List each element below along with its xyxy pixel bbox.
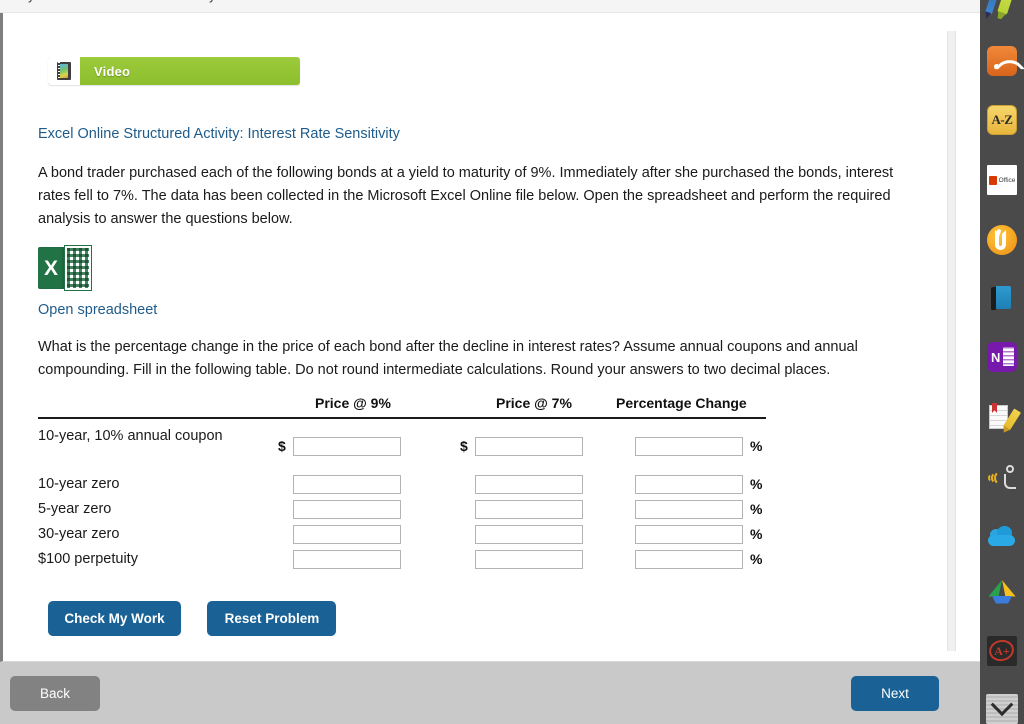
excel-icon[interactable]: X [38, 245, 94, 291]
grade-label: A+ [987, 636, 1017, 666]
a-z-dictionary-icon[interactable]: A-Z [986, 104, 1018, 136]
table-header-rule [38, 417, 766, 419]
rss-feed-icon[interactable] [986, 45, 1018, 77]
open-spreadsheet-link[interactable]: Open spreadsheet [38, 302, 157, 318]
excel-icon-letter: X [43, 256, 58, 280]
question-paragraph: What is the percentage change in the pri… [38, 339, 858, 378]
table-row: $100 perpetuity % [38, 548, 766, 573]
row-label: 5-year zero [38, 501, 112, 517]
video-badge-label: Video [94, 63, 131, 79]
back-button[interactable]: Back [10, 676, 100, 711]
intro-paragraph: A bond trader purchased each of the foll… [38, 165, 894, 227]
check-my-work-button[interactable]: Check My Work [48, 601, 181, 636]
page-top-sliver: y y [0, 0, 980, 13]
next-button[interactable]: Next [851, 676, 939, 711]
answer-table: Price @ 9% Price @ 7% Percentage Change … [38, 395, 766, 573]
input-pct-row-1[interactable] [635, 437, 743, 456]
percent-sign-row-2: % [750, 476, 763, 492]
input-price-9-row-5[interactable] [293, 550, 401, 569]
onedrive-cloud-icon[interactable] [986, 521, 1018, 553]
reader-logo-icon[interactable] [986, 224, 1018, 256]
dollar-sign-price-9: $ [278, 438, 286, 454]
dollar-sign-price-7: $ [460, 438, 468, 454]
row-label: 10-year, 10% annual coupon [38, 428, 223, 444]
office-label: Office [998, 176, 1016, 184]
table-row: 30-year zero % [38, 523, 766, 548]
input-price-7-row-3[interactable] [475, 500, 583, 519]
notepad-pencil-icon[interactable] [986, 401, 1021, 433]
content-panel: Video Excel Online Structured Activity: … [0, 13, 980, 662]
tool-rail: A-Z Office N A+ [980, 0, 1024, 724]
percent-sign-row-4: % [750, 526, 763, 542]
app-root: y y Video Excel Online Structured Activi… [0, 0, 1024, 724]
input-price-7-row-2[interactable] [475, 475, 583, 494]
table-row: 5-year zero % [38, 498, 766, 523]
content-scroll-area: Video Excel Online Structured Activity: … [3, 13, 980, 661]
read-aloud-icon[interactable] [986, 461, 1018, 493]
reset-problem-button[interactable]: Reset Problem [207, 601, 337, 636]
office-icon[interactable]: Office [986, 164, 1018, 196]
input-pct-row-2[interactable] [635, 475, 743, 494]
onenote-label: N [991, 349, 1001, 365]
top-text-fragment-mid: y [209, 0, 216, 3]
chevron-down-icon[interactable] [986, 693, 1018, 724]
pen-highlighter-icon[interactable] [985, 0, 1018, 34]
input-pct-row-5[interactable] [635, 550, 743, 569]
onenote-icon[interactable]: N [986, 341, 1018, 373]
action-buttons: Check My Work Reset Problem [48, 601, 337, 636]
table-body: 10-year, 10% annual coupon $ $ % 10-year… [38, 425, 766, 573]
video-badge[interactable]: Video [48, 57, 300, 85]
input-pct-row-3[interactable] [635, 500, 743, 519]
table-header-row: Price @ 9% Price @ 7% Percentage Change [38, 395, 766, 419]
blue-book-icon[interactable] [986, 282, 1018, 314]
column-header-price-7: Price @ 7% [496, 395, 572, 411]
input-price-9-row-2[interactable] [293, 475, 401, 494]
row-label: 10-year zero [38, 476, 120, 492]
open-spreadsheet-block[interactable]: X Open spreadsheet [38, 245, 157, 319]
content-scrollbar[interactable] [947, 31, 956, 651]
input-price-7-row-1[interactable] [475, 437, 583, 456]
table-row: 10-year, 10% annual coupon $ $ % [38, 425, 766, 473]
activity-title-link[interactable]: Excel Online Structured Activity: Intere… [38, 126, 400, 142]
input-price-9-row-3[interactable] [293, 500, 401, 519]
a-z-label: A-Z [987, 105, 1017, 135]
grade-a-plus-icon[interactable]: A+ [986, 635, 1018, 667]
percent-sign-row-3: % [750, 501, 763, 517]
column-header-price-9: Price @ 9% [315, 395, 391, 411]
top-text-fragment-left: y [28, 0, 35, 3]
bottom-navigation-bar: Back Next [0, 662, 980, 724]
table-row: 10-year zero % [38, 473, 766, 498]
row-label: $100 perpetuity [38, 551, 138, 567]
percent-sign-row-1: % [750, 438, 763, 454]
column-header-pct-change: Percentage Change [616, 395, 747, 411]
google-drive-icon[interactable] [986, 576, 1018, 608]
filmstrip-icon [48, 57, 80, 85]
input-price-9-row-4[interactable] [293, 525, 401, 544]
input-pct-row-4[interactable] [635, 525, 743, 544]
input-price-7-row-5[interactable] [475, 550, 583, 569]
input-price-9-row-1[interactable] [293, 437, 401, 456]
percent-sign-row-5: % [750, 551, 763, 567]
row-label: 30-year zero [38, 526, 120, 542]
input-price-7-row-4[interactable] [475, 525, 583, 544]
